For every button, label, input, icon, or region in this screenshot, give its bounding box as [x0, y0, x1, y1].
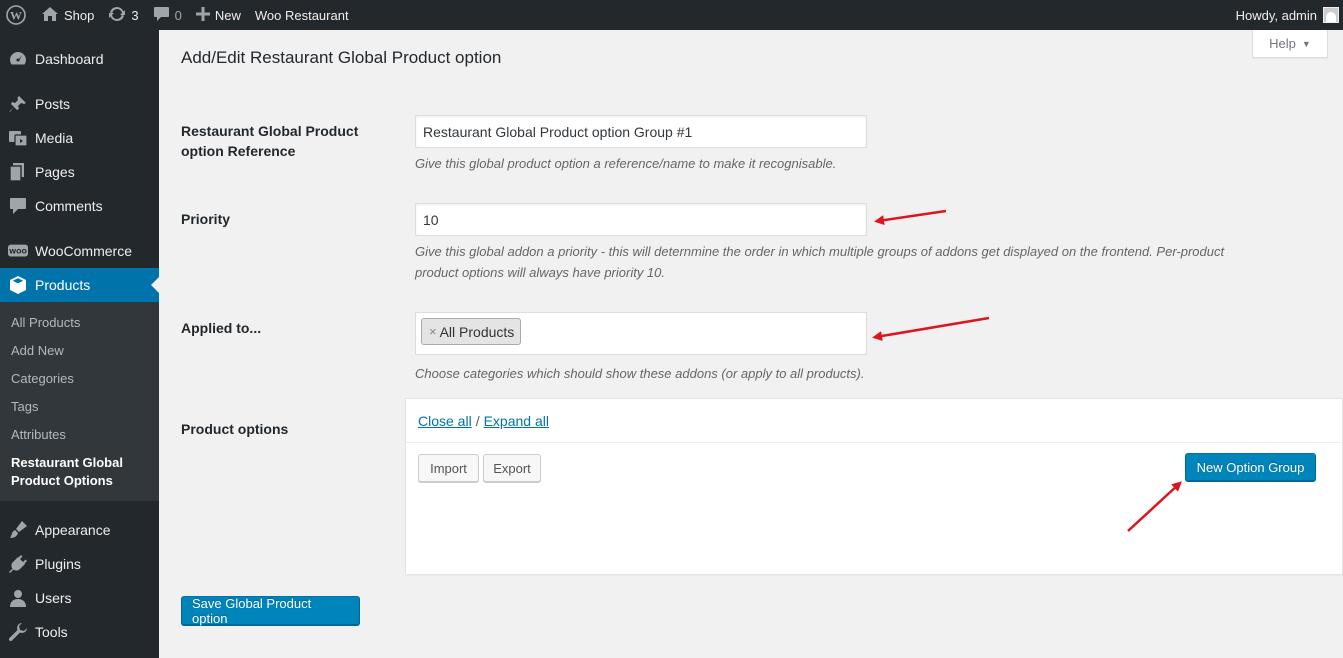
priority-description-line1: Give this global addon a priority - this…	[415, 244, 1225, 259]
applied-to-label: Applied to...	[181, 320, 262, 336]
main-content: Help ▼ Add/Edit Restaurant Global Produc…	[159, 30, 1343, 658]
new-option-group-button[interactable]: New Option Group	[1185, 453, 1316, 481]
export-button[interactable]: Export	[483, 454, 541, 482]
user-icon	[8, 588, 28, 608]
svg-text:W: W	[10, 9, 22, 23]
chip-remove-icon[interactable]: ×	[429, 324, 437, 339]
menu-label: Plugins	[35, 556, 81, 572]
menu-posts[interactable]: Posts	[0, 87, 159, 121]
menu-label: Tools	[35, 624, 68, 640]
wrench-icon	[8, 622, 28, 642]
new-content-link[interactable]: New	[189, 0, 248, 30]
menu-label: Dashboard	[35, 51, 104, 67]
applied-to-select[interactable]: × All Products	[415, 312, 867, 355]
import-label: Import	[430, 460, 467, 476]
howdy-text: Howdy, admin	[1235, 7, 1317, 23]
reference-description: Give this global product option a refere…	[415, 156, 837, 171]
svg-text:WOO: WOO	[9, 248, 27, 255]
admin-bar: W Shop 3 0 New Woo Restaurant Howdy, adm…	[0, 0, 1343, 30]
separator: /	[475, 412, 480, 429]
menu-appearance[interactable]: Appearance	[0, 513, 159, 547]
menu-plugins[interactable]: Plugins	[0, 547, 159, 581]
chip-label: All Products	[439, 323, 515, 340]
updates-link[interactable]: 3	[101, 0, 145, 30]
menu-label: Products	[35, 277, 91, 293]
reference-input-value: Restaurant Global Product option Group #…	[423, 123, 693, 140]
menu-label: Media	[35, 130, 74, 146]
menu-label: WooCommerce	[35, 243, 132, 259]
reference-input[interactable]: Restaurant Global Product option Group #…	[415, 115, 867, 148]
menu-comments[interactable]: Comments	[0, 189, 159, 223]
submenu-add-new[interactable]: Add New	[0, 337, 159, 365]
comment-icon	[8, 196, 28, 216]
priority-input[interactable]: 10	[415, 203, 867, 236]
save-label: Save Global Product option	[192, 595, 312, 626]
updates-icon	[108, 5, 126, 26]
priority-description-line2: product options will always have priorit…	[415, 265, 666, 280]
menu-media[interactable]: Media	[0, 121, 159, 155]
comment-bubble-icon	[153, 6, 170, 25]
pages-icon	[8, 162, 28, 182]
products-submenu: All Products Add New Categories Tags Att…	[0, 302, 159, 501]
brush-icon	[8, 520, 28, 540]
menu-dashboard[interactable]: Dashboard	[0, 42, 159, 76]
expand-all-link[interactable]: Expand all	[484, 413, 549, 429]
product-options-panel: Close all / Expand all Import Export New…	[405, 398, 1343, 575]
pin-icon	[8, 94, 28, 114]
menu-tools[interactable]: Tools	[0, 615, 159, 649]
media-icon	[8, 128, 28, 148]
submenu-all-products[interactable]: All Products	[0, 309, 159, 337]
home-icon	[41, 6, 59, 25]
save-global-product-option-button[interactable]: Save Global Product option	[181, 595, 360, 626]
reference-label: Restaurant Global Product option Referen…	[181, 123, 359, 159]
plus-icon	[195, 6, 210, 24]
submenu-attributes[interactable]: Attributes	[0, 421, 159, 449]
woo-icon: WOO	[8, 241, 28, 261]
menu-label: Comments	[35, 198, 103, 214]
priority-label: Priority	[181, 211, 231, 227]
avatar	[1323, 7, 1339, 23]
new-label: New	[214, 7, 241, 23]
help-label: Help	[1269, 36, 1296, 51]
plug-icon	[8, 554, 28, 574]
submenu-categories[interactable]: Categories	[0, 365, 159, 393]
product-options-label: Product options	[181, 421, 289, 437]
selected-chip-all-products[interactable]: × All Products	[421, 318, 522, 345]
dashboard-icon	[8, 49, 28, 69]
export-label: Export	[493, 460, 531, 476]
comments-count: 0	[174, 7, 182, 23]
submenu-tags[interactable]: Tags	[0, 393, 159, 421]
admin-sidebar: Dashboard Posts Media Pages Comments WOO…	[0, 30, 159, 658]
menu-label: Users	[35, 590, 72, 606]
wordpress-logo-icon[interactable]: W	[0, 0, 34, 30]
site-name-link[interactable]: Shop	[34, 0, 101, 30]
close-all-link[interactable]: Close all	[418, 413, 472, 429]
submenu-restaurant-global-product-options[interactable]: Restaurant Global Product Options	[0, 449, 159, 495]
help-tab-button[interactable]: Help ▼	[1252, 30, 1328, 58]
menu-label: Appearance	[35, 522, 111, 538]
import-button[interactable]: Import	[418, 454, 479, 482]
menu-woocommerce[interactable]: WOO WooCommerce	[0, 234, 159, 268]
site-name: Shop	[64, 7, 95, 23]
menu-pages[interactable]: Pages	[0, 155, 159, 189]
updates-count: 3	[131, 7, 139, 23]
comments-link[interactable]: 0	[146, 0, 189, 30]
menu-users[interactable]: Users	[0, 581, 159, 615]
page-title: Add/Edit Restaurant Global Product optio…	[181, 48, 502, 67]
options-toolbar: Close all / Expand all	[406, 399, 1342, 443]
caret-down-icon: ▼	[1301, 38, 1311, 49]
woo-restaurant-label: Woo Restaurant	[254, 7, 349, 23]
new-option-group-label: New Option Group	[1196, 459, 1305, 475]
woo-restaurant-link[interactable]: Woo Restaurant	[248, 0, 356, 30]
priority-input-value: 10	[423, 211, 439, 228]
menu-label: Pages	[35, 164, 75, 180]
menu-products[interactable]: Products	[0, 268, 159, 302]
applied-to-description: Choose categories which should show thes…	[415, 366, 865, 381]
my-account-link[interactable]: Howdy, admin	[1229, 0, 1343, 30]
menu-label: Posts	[35, 96, 71, 112]
product-box-icon	[8, 275, 28, 295]
